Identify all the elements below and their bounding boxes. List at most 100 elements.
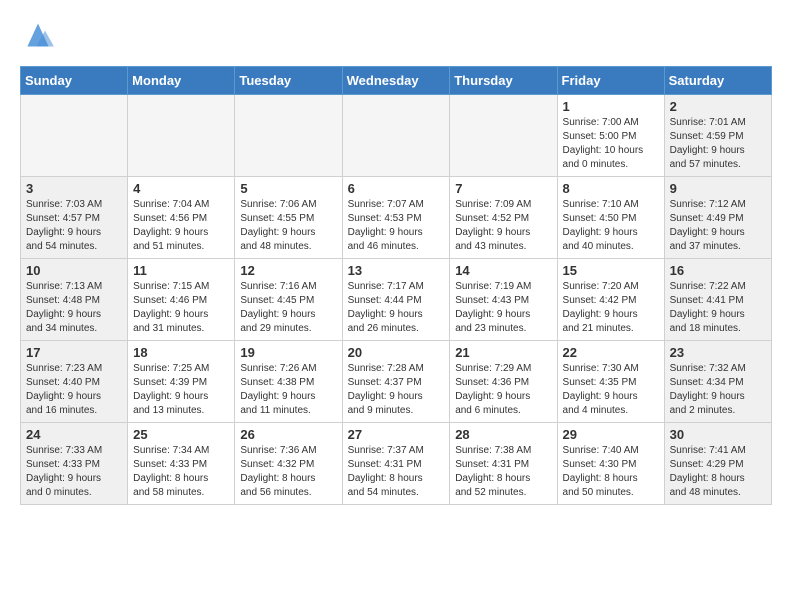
day-info: Sunrise: 7:32 AM Sunset: 4:34 PM Dayligh… xyxy=(670,362,766,418)
calendar-cell xyxy=(21,95,128,177)
day-info: Sunrise: 7:28 AM Sunset: 4:37 PM Dayligh… xyxy=(348,362,445,418)
day-info: Sunrise: 7:17 AM Sunset: 4:44 PM Dayligh… xyxy=(348,280,445,336)
day-info: Sunrise: 7:26 AM Sunset: 4:38 PM Dayligh… xyxy=(240,362,336,418)
day-number: 11 xyxy=(133,263,229,278)
calendar-cell: 14 Sunrise: 7:19 AM Sunset: 4:43 PM Dayli… xyxy=(450,259,557,341)
day-number: 27 xyxy=(348,427,445,442)
calendar-cell: 6 Sunrise: 7:07 AM Sunset: 4:53 PM Daylig… xyxy=(342,177,450,259)
calendar-cell: 23 Sunrise: 7:32 AM Sunset: 4:34 PM Dayli… xyxy=(664,341,771,423)
calendar-cell xyxy=(450,95,557,177)
calendar-cell xyxy=(128,95,235,177)
calendar-cell: 2 Sunrise: 7:01 AM Sunset: 4:59 PM Daylig… xyxy=(664,95,771,177)
calendar-cell: 1 Sunrise: 7:00 AM Sunset: 5:00 PM Daylig… xyxy=(557,95,664,177)
calendar-cell: 4Sunrise: 7:04 AM Sunset: 4:56 PM Daylig… xyxy=(128,177,235,259)
calendar-cell: 21Sunrise: 7:29 AM Sunset: 4:36 PM Dayli… xyxy=(450,341,557,423)
day-number: 1 xyxy=(563,99,659,114)
calendar-cell: 17 Sunrise: 7:23 AM Sunset: 4:40 PM Dayli… xyxy=(21,341,128,423)
calendar-cell: 9 Sunrise: 7:12 AM Sunset: 4:49 PM Daylig… xyxy=(664,177,771,259)
day-number: 16 xyxy=(670,263,766,278)
weekday-header-tuesday: Tuesday xyxy=(235,67,342,95)
calendar-cell xyxy=(235,95,342,177)
calendar-table: SundayMondayTuesdayWednesdayThursdayFrid… xyxy=(20,66,772,505)
day-info: Sunrise: 7:09 AM Sunset: 4:52 PM Dayligh… xyxy=(455,198,551,254)
day-number: 13 xyxy=(348,263,445,278)
day-info: Sunrise: 7:22 AM Sunset: 4:41 PM Dayligh… xyxy=(670,280,766,336)
day-info: Sunrise: 7:12 AM Sunset: 4:49 PM Dayligh… xyxy=(670,198,766,254)
calendar-cell xyxy=(342,95,450,177)
day-info: Sunrise: 7:16 AM Sunset: 4:45 PM Dayligh… xyxy=(240,280,336,336)
calendar-cell: 25 Sunrise: 7:34 AM Sunset: 4:33 PM Dayli… xyxy=(128,423,235,505)
day-number: 7 xyxy=(455,181,551,196)
day-number: 19 xyxy=(240,345,336,360)
calendar-cell: 20Sunrise: 7:28 AM Sunset: 4:37 PM Dayli… xyxy=(342,341,450,423)
day-info: Sunrise: 7:33 AM Sunset: 4:33 PM Dayligh… xyxy=(26,444,122,500)
calendar-cell: 11 Sunrise: 7:15 AM Sunset: 4:46 PM Dayli… xyxy=(128,259,235,341)
calendar-cell: 8 Sunrise: 7:10 AM Sunset: 4:50 PM Daylig… xyxy=(557,177,664,259)
calendar-cell: 27 Sunrise: 7:37 AM Sunset: 4:31 PM Dayli… xyxy=(342,423,450,505)
day-number: 6 xyxy=(348,181,445,196)
day-info: Sunrise: 7:15 AM Sunset: 4:46 PM Dayligh… xyxy=(133,280,229,336)
calendar-cell: 30 Sunrise: 7:41 AM Sunset: 4:29 PM Dayli… xyxy=(664,423,771,505)
logo-icon xyxy=(20,20,56,50)
day-info: Sunrise: 7:13 AM Sunset: 4:48 PM Dayligh… xyxy=(26,280,122,336)
day-info: Sunrise: 7:23 AM Sunset: 4:40 PM Dayligh… xyxy=(26,362,122,418)
calendar-week-5: 24Sunrise: 7:33 AM Sunset: 4:33 PM Dayli… xyxy=(21,423,772,505)
day-info: Sunrise: 7:37 AM Sunset: 4:31 PM Dayligh… xyxy=(348,444,445,500)
day-number: 4 xyxy=(133,181,229,196)
day-number: 9 xyxy=(670,181,766,196)
day-number: 28 xyxy=(455,427,551,442)
calendar-cell: 22Sunrise: 7:30 AM Sunset: 4:35 PM Dayli… xyxy=(557,341,664,423)
calendar-week-3: 10 Sunrise: 7:13 AM Sunset: 4:48 PM Dayli… xyxy=(21,259,772,341)
day-info: Sunrise: 7:03 AM Sunset: 4:57 PM Dayligh… xyxy=(26,198,122,254)
calendar-cell: 18 Sunrise: 7:25 AM Sunset: 4:39 PM Dayli… xyxy=(128,341,235,423)
day-number: 3 xyxy=(26,181,122,196)
calendar-cell: 7 Sunrise: 7:09 AM Sunset: 4:52 PM Daylig… xyxy=(450,177,557,259)
calendar-cell: 13 Sunrise: 7:17 AM Sunset: 4:44 PM Dayli… xyxy=(342,259,450,341)
weekday-header-sunday: Sunday xyxy=(21,67,128,95)
calendar-week-4: 17 Sunrise: 7:23 AM Sunset: 4:40 PM Dayli… xyxy=(21,341,772,423)
calendar-cell: 24Sunrise: 7:33 AM Sunset: 4:33 PM Dayli… xyxy=(21,423,128,505)
day-number: 18 xyxy=(133,345,229,360)
logo xyxy=(20,20,62,50)
day-number: 10 xyxy=(26,263,122,278)
day-number: 15 xyxy=(563,263,659,278)
day-number: 25 xyxy=(133,427,229,442)
day-info: Sunrise: 7:34 AM Sunset: 4:33 PM Dayligh… xyxy=(133,444,229,500)
calendar-cell: 19 Sunrise: 7:26 AM Sunset: 4:38 PM Dayli… xyxy=(235,341,342,423)
day-number: 8 xyxy=(563,181,659,196)
calendar-cell: 28 Sunrise: 7:38 AM Sunset: 4:31 PM Dayli… xyxy=(450,423,557,505)
day-info: Sunrise: 7:00 AM Sunset: 5:00 PM Dayligh… xyxy=(563,116,659,172)
day-info: Sunrise: 7:10 AM Sunset: 4:50 PM Dayligh… xyxy=(563,198,659,254)
day-number: 21 xyxy=(455,345,551,360)
weekday-header-saturday: Saturday xyxy=(664,67,771,95)
day-number: 23 xyxy=(670,345,766,360)
weekday-header-thursday: Thursday xyxy=(450,67,557,95)
day-info: Sunrise: 7:36 AM Sunset: 4:32 PM Dayligh… xyxy=(240,444,336,500)
calendar-cell: 29 Sunrise: 7:40 AM Sunset: 4:30 PM Dayli… xyxy=(557,423,664,505)
day-info: Sunrise: 7:19 AM Sunset: 4:43 PM Dayligh… xyxy=(455,280,551,336)
calendar-cell: 3 Sunrise: 7:03 AM Sunset: 4:57 PM Daylig… xyxy=(21,177,128,259)
calendar-cell: 5Sunrise: 7:06 AM Sunset: 4:55 PM Daylig… xyxy=(235,177,342,259)
day-info: Sunrise: 7:01 AM Sunset: 4:59 PM Dayligh… xyxy=(670,116,766,172)
day-number: 26 xyxy=(240,427,336,442)
day-number: 2 xyxy=(670,99,766,114)
day-info: Sunrise: 7:07 AM Sunset: 4:53 PM Dayligh… xyxy=(348,198,445,254)
day-info: Sunrise: 7:06 AM Sunset: 4:55 PM Dayligh… xyxy=(240,198,336,254)
weekday-header-friday: Friday xyxy=(557,67,664,95)
calendar-cell: 10 Sunrise: 7:13 AM Sunset: 4:48 PM Dayli… xyxy=(21,259,128,341)
page-header xyxy=(20,20,772,50)
calendar-cell: 16 Sunrise: 7:22 AM Sunset: 4:41 PM Dayli… xyxy=(664,259,771,341)
day-info: Sunrise: 7:30 AM Sunset: 4:35 PM Dayligh… xyxy=(563,362,659,418)
calendar-week-1: 1 Sunrise: 7:00 AM Sunset: 5:00 PM Daylig… xyxy=(21,95,772,177)
day-info: Sunrise: 7:40 AM Sunset: 4:30 PM Dayligh… xyxy=(563,444,659,500)
day-info: Sunrise: 7:38 AM Sunset: 4:31 PM Dayligh… xyxy=(455,444,551,500)
calendar-week-2: 3 Sunrise: 7:03 AM Sunset: 4:57 PM Daylig… xyxy=(21,177,772,259)
calendar-cell: 12 Sunrise: 7:16 AM Sunset: 4:45 PM Dayli… xyxy=(235,259,342,341)
day-number: 14 xyxy=(455,263,551,278)
day-number: 17 xyxy=(26,345,122,360)
day-info: Sunrise: 7:25 AM Sunset: 4:39 PM Dayligh… xyxy=(133,362,229,418)
day-number: 29 xyxy=(563,427,659,442)
day-number: 12 xyxy=(240,263,336,278)
day-info: Sunrise: 7:41 AM Sunset: 4:29 PM Dayligh… xyxy=(670,444,766,500)
day-number: 30 xyxy=(670,427,766,442)
